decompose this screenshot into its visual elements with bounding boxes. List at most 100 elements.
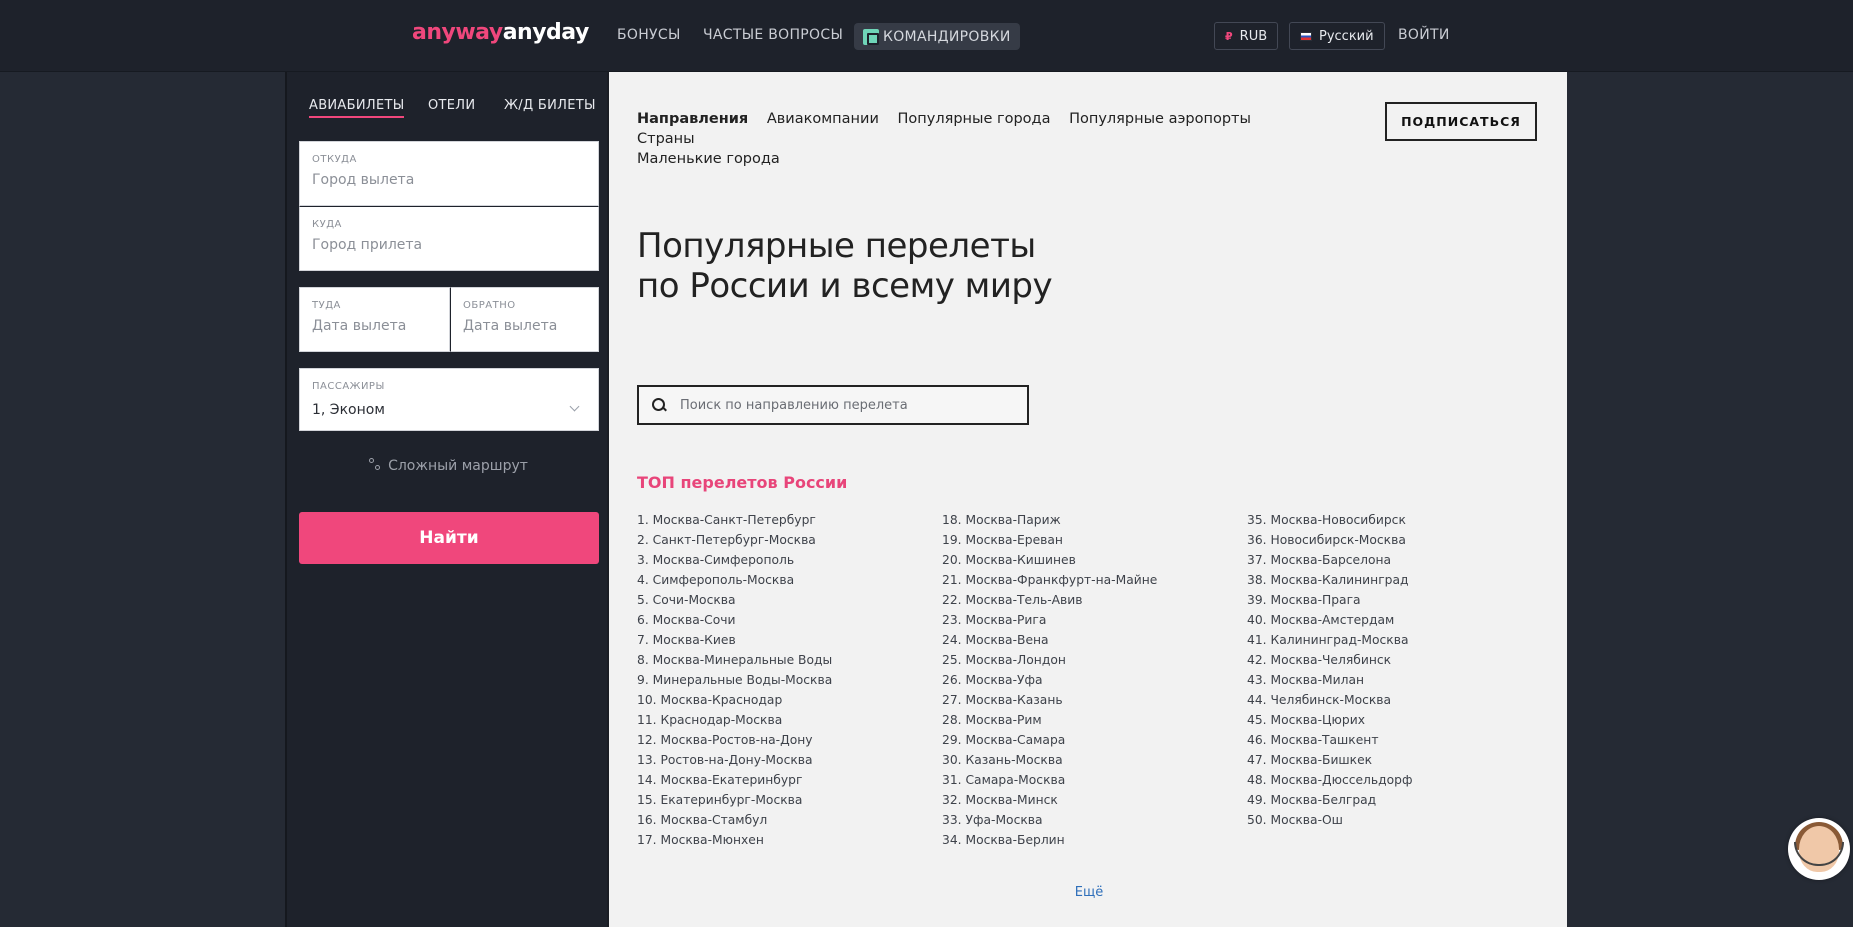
- route-link[interactable]: 9. Минеральные Воды-Москва: [637, 670, 937, 690]
- route-link[interactable]: 42. Москва-Челябинск: [1247, 650, 1547, 670]
- route-link[interactable]: 24. Москва-Вена: [942, 630, 1242, 650]
- route-link[interactable]: 32. Москва-Минск: [942, 790, 1242, 810]
- route-link[interactable]: 46. Москва-Ташкент: [1247, 730, 1547, 750]
- subnav-popular-cities[interactable]: Популярные города: [898, 111, 1051, 127]
- route-link[interactable]: 22. Москва-Тель-Авив: [942, 590, 1242, 610]
- passengers-value: 1, Эконом: [312, 402, 385, 418]
- depart-date-input[interactable]: [312, 318, 442, 334]
- return-label: ОБРАТНО: [463, 300, 516, 311]
- route-link[interactable]: 5. Сочи-Москва: [637, 590, 937, 610]
- nav-bonuses[interactable]: БОНУСЫ: [617, 27, 681, 43]
- from-label: ОТКУДА: [312, 154, 357, 165]
- tab-trains[interactable]: Ж/Д БИЛЕТЫ: [504, 98, 596, 113]
- route-link[interactable]: 33. Уфа-Москва: [942, 810, 1242, 830]
- depart-date-field[interactable]: ТУДА: [299, 287, 450, 352]
- complex-route-label: Сложный маршрут: [388, 458, 528, 474]
- route-link[interactable]: 15. Екатеринбург-Москва: [637, 790, 937, 810]
- route-link[interactable]: 29. Москва-Самара: [942, 730, 1242, 750]
- to-label: КУДА: [312, 219, 342, 230]
- nav-faq[interactable]: ЧАСТЫЕ ВОПРОСЫ: [703, 27, 843, 43]
- route-link[interactable]: 12. Москва-Ростов-на-Дону: [637, 730, 937, 750]
- route-link[interactable]: 10. Москва-Краснодар: [637, 690, 937, 710]
- route-link[interactable]: 20. Москва-Кишинев: [942, 550, 1242, 570]
- passengers-select[interactable]: ПАССАЖИРЫ 1, Эконом: [299, 368, 599, 431]
- route-link[interactable]: 30. Казань-Москва: [942, 750, 1242, 770]
- main-content: Направления Авиакомпании Популярные горо…: [607, 72, 1567, 927]
- subnav-popular-airports[interactable]: Популярные аэропорты: [1069, 111, 1251, 127]
- direction-search[interactable]: [637, 385, 1029, 425]
- return-date-field[interactable]: ОБРАТНО: [450, 287, 599, 352]
- routes-column-3: 35. Москва-Новосибирск 36. Новосибирск-М…: [1247, 510, 1547, 830]
- page-title-line1: Популярные перелеты: [637, 226, 1036, 266]
- from-input[interactable]: [312, 172, 582, 188]
- route-link[interactable]: 25. Москва-Лондон: [942, 650, 1242, 670]
- route-link[interactable]: 38. Москва-Калининград: [1247, 570, 1547, 590]
- routes-column-2: 18. Москва-Париж 19. Москва-Ереван 20. М…: [942, 510, 1242, 850]
- routes-column-1: 1. Москва-Санкт-Петербург 2. Санкт-Петер…: [637, 510, 937, 850]
- nav-business-trips[interactable]: КОМАНДИРОВКИ: [854, 23, 1020, 50]
- chevron-down-icon: [569, 401, 580, 412]
- language-selector[interactable]: Русский: [1289, 22, 1385, 50]
- russian-flag-icon: [1300, 31, 1312, 41]
- route-link[interactable]: 11. Краснодар-Москва: [637, 710, 937, 730]
- support-chat-button[interactable]: [1788, 818, 1850, 880]
- briefcase-icon: [863, 28, 879, 45]
- ruble-icon: ₽: [1225, 29, 1233, 43]
- page-title: Популярные перелеты по России и всему ми…: [637, 226, 1137, 306]
- route-link[interactable]: 49. Москва-Белград: [1247, 790, 1547, 810]
- return-date-input[interactable]: [463, 318, 593, 334]
- to-input[interactable]: [312, 237, 582, 253]
- route-link[interactable]: 8. Москва-Минеральные Воды: [637, 650, 937, 670]
- logo-part-anyway: anyway: [412, 20, 503, 45]
- currency-selector[interactable]: ₽ RUB: [1214, 22, 1279, 50]
- route-link[interactable]: 40. Москва-Амстердам: [1247, 610, 1547, 630]
- route-link[interactable]: 4. Симферополь-Москва: [637, 570, 937, 590]
- route-link[interactable]: 34. Москва-Берлин: [942, 830, 1242, 850]
- login-link[interactable]: ВОЙТИ: [1398, 27, 1450, 43]
- route-link[interactable]: 27. Москва-Казань: [942, 690, 1242, 710]
- find-button[interactable]: Найти: [299, 512, 599, 564]
- route-link[interactable]: 43. Москва-Милан: [1247, 670, 1547, 690]
- to-field[interactable]: КУДА: [299, 206, 599, 271]
- direction-search-input[interactable]: [680, 397, 1010, 413]
- subscribe-button[interactable]: ПОДПИСАТЬСЯ: [1385, 102, 1537, 141]
- route-link[interactable]: 19. Москва-Ереван: [942, 530, 1242, 550]
- subnav-directions[interactable]: Направления: [637, 111, 748, 127]
- route-link[interactable]: 39. Москва-Прага: [1247, 590, 1547, 610]
- route-link[interactable]: 45. Москва-Цюрих: [1247, 710, 1547, 730]
- route-link[interactable]: 41. Калининград-Москва: [1247, 630, 1547, 650]
- route-link[interactable]: 13. Ростов-на-Дону-Москва: [637, 750, 937, 770]
- route-link[interactable]: 47. Москва-Бишкек: [1247, 750, 1547, 770]
- route-link[interactable]: 44. Челябинск-Москва: [1247, 690, 1547, 710]
- subnav-small-cities[interactable]: Маленькие города: [637, 151, 780, 167]
- route-link[interactable]: 14. Москва-Екатеринбург: [637, 770, 937, 790]
- subnav-countries[interactable]: Страны: [637, 131, 695, 147]
- route-link[interactable]: 17. Москва-Мюнхен: [637, 830, 937, 850]
- logo[interactable]: anywayanyday: [412, 20, 589, 45]
- route-link[interactable]: 37. Москва-Барселона: [1247, 550, 1547, 570]
- directions-subnav: Направления Авиакомпании Популярные горо…: [637, 109, 1277, 169]
- complex-route-link[interactable]: Сложный маршрут: [287, 458, 609, 474]
- route-link[interactable]: 36. Новосибирск-Москва: [1247, 530, 1547, 550]
- tab-hotels[interactable]: ОТЕЛИ: [428, 98, 475, 113]
- route-link[interactable]: 26. Москва-Уфа: [942, 670, 1242, 690]
- route-link[interactable]: 16. Москва-Стамбул: [637, 810, 937, 830]
- route-link[interactable]: 31. Самара-Москва: [942, 770, 1242, 790]
- route-link[interactable]: 3. Москва-Симферополь: [637, 550, 937, 570]
- route-link[interactable]: 35. Москва-Новосибирск: [1247, 510, 1547, 530]
- from-field[interactable]: ОТКУДА: [299, 141, 599, 206]
- route-link[interactable]: 7. Москва-Киев: [637, 630, 937, 650]
- route-link[interactable]: 18. Москва-Париж: [942, 510, 1242, 530]
- route-link[interactable]: 1. Москва-Санкт-Петербург: [637, 510, 937, 530]
- route-link[interactable]: 6. Москва-Сочи: [637, 610, 937, 630]
- show-more-link[interactable]: Ещё: [609, 885, 1569, 900]
- route-link[interactable]: 23. Москва-Рига: [942, 610, 1242, 630]
- subnav-airlines[interactable]: Авиакомпании: [767, 111, 879, 127]
- route-link[interactable]: 28. Москва-Рим: [942, 710, 1242, 730]
- route-link[interactable]: 50. Москва-Ош: [1247, 810, 1547, 830]
- route-link[interactable]: 48. Москва-Дюссельдорф: [1247, 770, 1547, 790]
- search-icon: [652, 398, 666, 412]
- route-link[interactable]: 21. Москва-Франкфурт-на-Майне: [942, 570, 1242, 590]
- route-link[interactable]: 2. Санкт-Петербург-Москва: [637, 530, 937, 550]
- tab-flights[interactable]: АВИАБИЛЕТЫ: [309, 98, 405, 118]
